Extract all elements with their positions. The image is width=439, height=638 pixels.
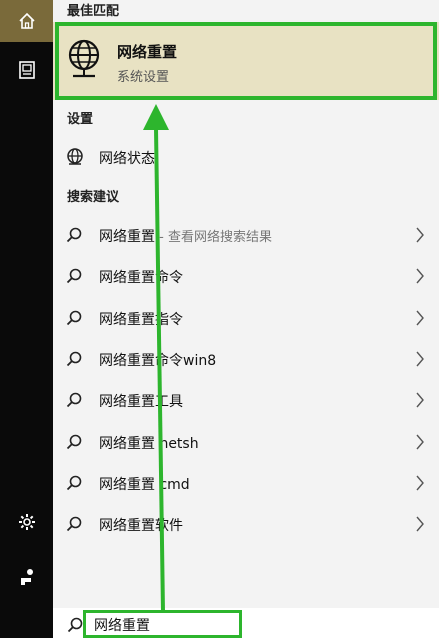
left-rail: [0, 0, 53, 638]
suggestions-header: 搜索建议: [67, 190, 120, 205]
suggestion-text: 网络重置命令win8: [99, 352, 217, 369]
globe-icon: [68, 39, 100, 78]
search-icon: [66, 351, 82, 371]
suggestion-text: 网络重置: [99, 229, 155, 245]
suggestion-label: 网络重置命令: [99, 267, 183, 287]
suggestion-label: 网络重置指令: [99, 309, 183, 329]
search-results-panel: 最佳匹配 网络重置 系统设置 设置 网络状态 搜索建议 网络重置 - 查看网络搜…: [53, 0, 439, 638]
search-input[interactable]: [94, 616, 234, 634]
suggestion-label: 网络重置 cmd: [99, 474, 190, 494]
suggestion-hint: - 查看网络搜索结果: [155, 230, 272, 245]
setting-item-label: 网络状态: [99, 151, 155, 167]
search-icon: [66, 475, 82, 495]
best-match-header: 最佳匹配: [67, 4, 120, 19]
chevron-right-icon[interactable]: [415, 351, 425, 371]
search-icon: [66, 227, 82, 247]
document-button[interactable]: [0, 50, 53, 90]
setting-item-network-status[interactable]: 网络状态: [53, 140, 439, 174]
suggestion-label: 网络重置 - 查看网络搜索结果: [99, 226, 272, 246]
suggestion-text: 网络重置软件: [99, 518, 183, 535]
feedback-button[interactable]: [0, 557, 53, 597]
suggestion-text: 网络重置指令: [99, 311, 183, 328]
chevron-right-icon[interactable]: [415, 310, 425, 330]
search-icon: [66, 268, 82, 288]
search-icon: [66, 392, 82, 412]
suggestion-label: 网络重置软件: [99, 515, 183, 535]
best-match-item[interactable]: 网络重置 系统设置: [53, 22, 439, 100]
search-icon: [66, 434, 82, 454]
chevron-right-icon[interactable]: [415, 227, 425, 247]
chevron-right-icon[interactable]: [415, 268, 425, 288]
suggestion-label: 网络重置命令win8: [99, 350, 216, 370]
suggestion-item[interactable]: 网络重置 - 查看网络搜索结果: [53, 215, 439, 256]
home-button[interactable]: [0, 0, 53, 42]
home-icon: [18, 12, 35, 29]
feedback-icon: [20, 569, 33, 585]
suggestion-text: 网络重置工具: [99, 394, 183, 411]
search-input-box[interactable]: [83, 610, 242, 638]
search-icon: [66, 516, 82, 536]
suggestion-text: 网络重置 netsh: [99, 435, 199, 452]
suggestion-item[interactable]: 网络重置 netsh: [53, 422, 439, 463]
chevron-right-icon[interactable]: [415, 475, 425, 495]
suggestion-item[interactable]: 网络重置 cmd: [53, 463, 439, 504]
chevron-right-icon[interactable]: [415, 392, 425, 412]
suggestion-item[interactable]: 网络重置软件: [53, 504, 439, 545]
suggestion-item[interactable]: 网络重置命令: [53, 256, 439, 297]
settings-button[interactable]: [0, 502, 53, 542]
chevron-right-icon[interactable]: [415, 516, 425, 536]
search-icon: [66, 310, 82, 330]
best-match-subtitle: 系统设置: [117, 70, 170, 85]
best-match-title: 网络重置: [117, 43, 178, 61]
search-icon: [67, 617, 83, 633]
suggestion-text: 网络重置 cmd: [99, 476, 190, 493]
suggestion-item[interactable]: 网络重置工具: [53, 380, 439, 421]
suggestion-label: 网络重置工具: [99, 391, 183, 411]
suggestion-item[interactable]: 网络重置指令: [53, 298, 439, 339]
suggestion-label: 网络重置 netsh: [99, 433, 199, 453]
chevron-right-icon[interactable]: [415, 434, 425, 454]
network-status-icon: [67, 148, 83, 165]
document-icon: [18, 61, 35, 79]
gear-icon: [18, 514, 35, 530]
suggestion-item[interactable]: 网络重置命令win8: [53, 339, 439, 380]
suggestion-text: 网络重置命令: [99, 270, 183, 287]
settings-header: 设置: [67, 112, 94, 127]
